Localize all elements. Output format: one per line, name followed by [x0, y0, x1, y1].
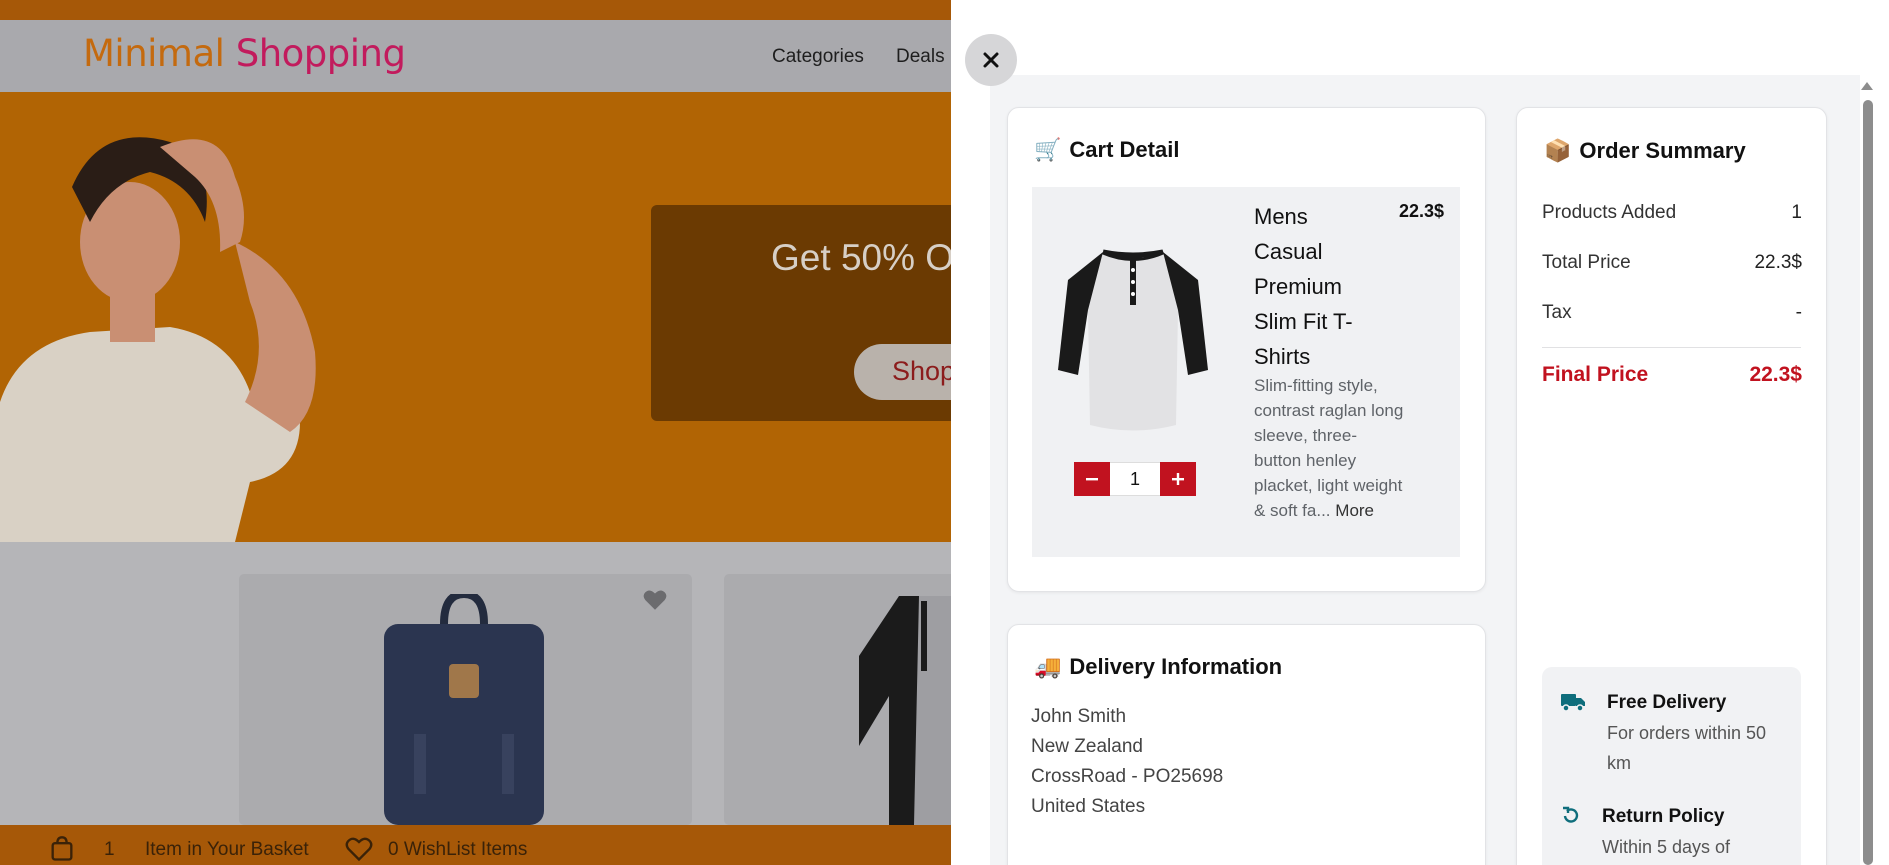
product-card-backpack[interactable]	[239, 574, 692, 825]
delivery-title: 🚚 Delivery Information	[1034, 654, 1283, 680]
delivery-truck-icon	[1561, 694, 1585, 712]
free-delivery-text: For orders within 50 km	[1607, 723, 1767, 773]
delivery-street: CrossRoad - PO25698	[1031, 766, 1224, 787]
wishlist-icon[interactable]	[344, 835, 374, 863]
close-icon	[983, 52, 999, 68]
decrease-quantity-button[interactable]	[1074, 462, 1110, 496]
product-card-tshirt[interactable]	[724, 574, 964, 825]
tshirt-product-image	[1058, 249, 1208, 431]
product-price: 22.3$	[1399, 201, 1445, 221]
basket-icon[interactable]	[48, 835, 76, 863]
close-drawer-button[interactable]	[965, 34, 1017, 86]
nav-categories[interactable]: Categories	[772, 46, 864, 68]
scroll-up-arrow[interactable]	[1861, 82, 1873, 90]
product-name[interactable]: Mens Casual Premium Slim Fit T-Shirts	[1254, 199, 1364, 374]
nav-deals[interactable]: Deals	[896, 46, 945, 68]
wishlist-heart-icon[interactable]	[642, 587, 668, 613]
minus-icon	[1086, 478, 1098, 481]
product-description: Slim-fitting style, contrast raglan long…	[1254, 376, 1404, 520]
free-delivery-title: Free Delivery	[1607, 692, 1727, 713]
hero-person-image	[0, 137, 316, 542]
summary-row-products: Products Added 1	[1542, 202, 1802, 223]
wishlist-label[interactable]: 0 WishList Items	[388, 839, 527, 861]
delivery-name: John Smith	[1031, 706, 1127, 727]
delivery-country: New Zealand	[1031, 736, 1143, 757]
delivery-address: John Smith New Zealand CrossRoad - PO256…	[1031, 702, 1223, 822]
plus-icon	[1172, 473, 1184, 485]
scroll-thumb[interactable]	[1863, 100, 1873, 865]
summary-divider	[1542, 347, 1801, 348]
return-policy-icon	[1563, 806, 1579, 823]
more-link[interactable]: More	[1335, 501, 1374, 520]
summary-row-tax: Tax -	[1542, 302, 1802, 323]
cart-detail-title: 🛒 Cart Detail	[1034, 137, 1180, 163]
delivery-region: United States	[1031, 796, 1146, 817]
cart-icon: 🛒	[1034, 138, 1062, 163]
truck-icon: 🚚	[1034, 655, 1062, 680]
tshirt-image	[859, 596, 964, 825]
summary-row-total: Total Price 22.3$	[1542, 252, 1802, 273]
backpack-image	[384, 594, 544, 825]
order-summary-title: 📦 Order Summary	[1544, 138, 1746, 164]
summary-row-final: Final Price 22.3$	[1542, 363, 1802, 386]
site-logo[interactable]: Minimal Shopping	[83, 32, 406, 75]
return-policy-title: Return Policy	[1602, 806, 1725, 827]
basket-count: 1	[104, 839, 115, 860]
quantity-value[interactable]: 1	[1110, 462, 1160, 496]
basket-label[interactable]: Item in Your Basket	[145, 839, 309, 861]
package-icon: 📦	[1544, 139, 1572, 164]
return-policy-text: Within 5 days of	[1602, 837, 1731, 857]
quantity-stepper: 1	[1074, 462, 1196, 496]
increase-quantity-button[interactable]	[1160, 462, 1196, 496]
